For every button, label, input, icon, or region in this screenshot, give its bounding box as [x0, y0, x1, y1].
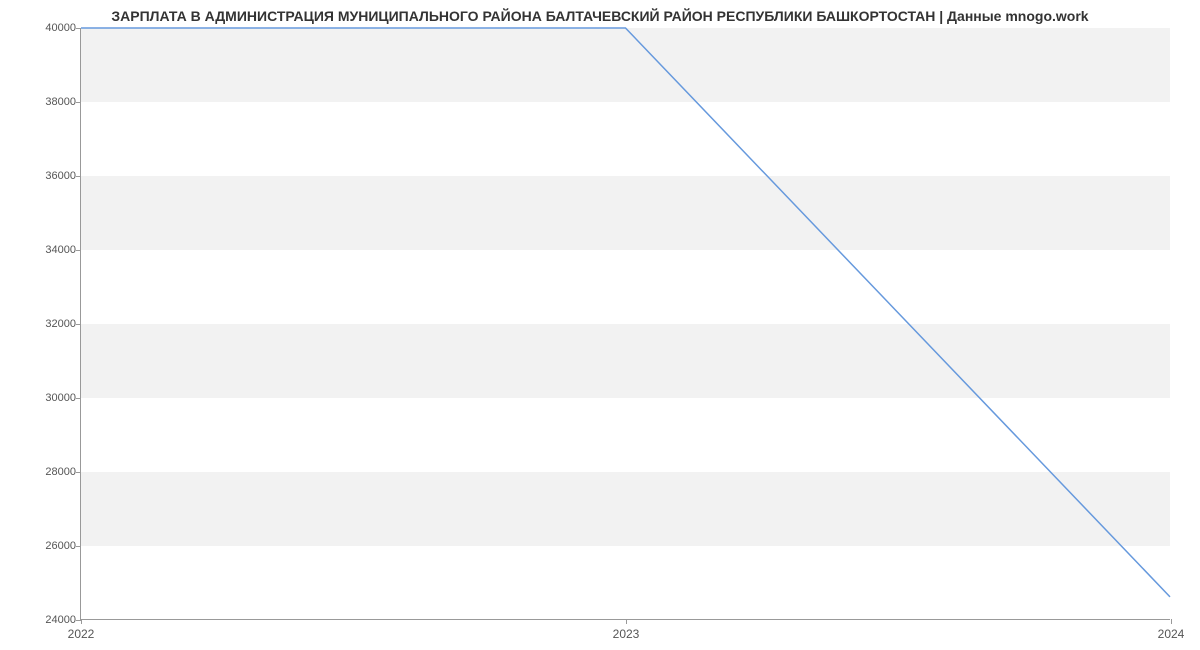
y-tick-label: 28000: [36, 466, 76, 478]
y-tick-mark: [76, 398, 81, 399]
chart-title: ЗАРПЛАТА В АДМИНИСТРАЦИЯ МУНИЦИПАЛЬНОГО …: [0, 0, 1200, 24]
y-tick-mark: [76, 102, 81, 103]
y-tick-mark: [76, 324, 81, 325]
x-tick-label: 2024: [1158, 627, 1185, 641]
x-tick-mark: [1171, 619, 1172, 624]
chart-container: ЗАРПЛАТА В АДМИНИСТРАЦИЯ МУНИЦИПАЛЬНОГО …: [0, 0, 1200, 650]
x-tick-mark: [81, 619, 82, 624]
y-tick-mark: [76, 472, 81, 473]
x-tick-mark: [626, 619, 627, 624]
y-tick-label: 40000: [36, 22, 76, 34]
y-tick-label: 26000: [36, 540, 76, 552]
x-tick-label: 2022: [68, 627, 95, 641]
y-tick-label: 32000: [36, 318, 76, 330]
y-tick-mark: [76, 546, 81, 547]
y-tick-label: 38000: [36, 96, 76, 108]
y-tick-mark: [76, 176, 81, 177]
y-tick-mark: [76, 250, 81, 251]
y-tick-label: 30000: [36, 392, 76, 404]
x-tick-label: 2023: [613, 627, 640, 641]
y-tick-label: 24000: [36, 614, 76, 626]
y-tick-mark: [76, 28, 81, 29]
data-line: [81, 28, 1170, 597]
y-tick-label: 34000: [36, 244, 76, 256]
plot-area: 2400026000280003000032000340003600038000…: [80, 28, 1170, 620]
line-path-svg: [81, 28, 1170, 619]
y-tick-label: 36000: [36, 170, 76, 182]
